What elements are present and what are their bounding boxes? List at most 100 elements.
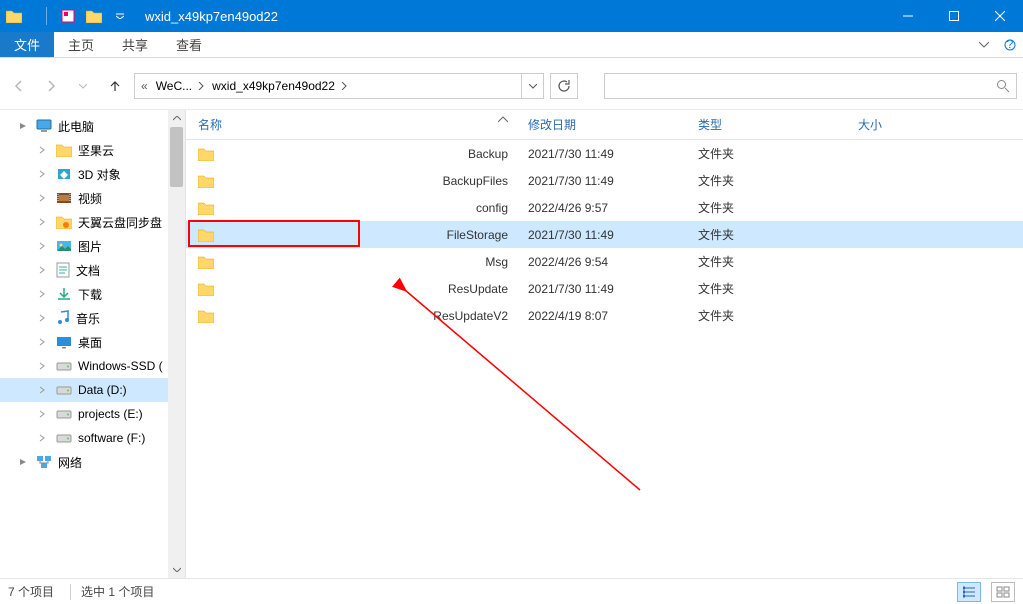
- recent-dropdown[interactable]: [70, 73, 96, 99]
- sidebar-item[interactable]: 视频: [0, 186, 185, 210]
- sidebar-item-label: 音乐: [76, 310, 100, 327]
- file-row[interactable]: ResUpdateV22022/4/19 8:07文件夹: [186, 302, 1023, 329]
- sidebar-item[interactable]: 坚果云: [0, 138, 185, 162]
- expand-icon[interactable]: [36, 146, 50, 154]
- maximize-button[interactable]: [931, 0, 977, 32]
- expand-icon[interactable]: [36, 362, 50, 370]
- sidebar-item-label: 网络: [58, 454, 82, 471]
- back-button[interactable]: [6, 73, 32, 99]
- expand-icon[interactable]: [36, 314, 50, 322]
- folder-icon: [198, 228, 214, 242]
- file-row[interactable]: FileStorage2021/7/30 11:49文件夹: [186, 221, 1023, 248]
- file-row[interactable]: Backup2021/7/30 11:49文件夹: [186, 140, 1023, 167]
- quick-access-toolbar: [51, 5, 137, 27]
- file-list[interactable]: Backup2021/7/30 11:49文件夹BackupFiles2021/…: [186, 140, 1023, 578]
- title-folder-icon: [0, 9, 42, 23]
- expand-icon[interactable]: [36, 290, 50, 298]
- expand-icon[interactable]: [36, 242, 50, 250]
- expand-icon[interactable]: [36, 410, 50, 418]
- column-size[interactable]: 大小: [846, 116, 966, 133]
- column-date[interactable]: 修改日期: [516, 116, 686, 133]
- refresh-button[interactable]: [550, 73, 578, 99]
- network-icon: [36, 455, 52, 469]
- tab-home[interactable]: 主页: [54, 32, 108, 57]
- file-date: 2022/4/26 9:54: [516, 255, 686, 269]
- expand-icon[interactable]: [36, 170, 50, 178]
- file-name: Backup: [468, 147, 508, 161]
- sidebar-item[interactable]: Windows-SSD (: [0, 354, 185, 378]
- expand-icon[interactable]: [16, 458, 30, 466]
- separator: [70, 584, 71, 600]
- file-row[interactable]: Msg 2022/4/26 9:54文件夹: [186, 248, 1023, 275]
- ribbon-help-icon[interactable]: ?: [997, 32, 1023, 57]
- sidebar-scrollbar[interactable]: [168, 110, 185, 578]
- sidebar-item[interactable]: 网络: [0, 450, 185, 474]
- column-type[interactable]: 类型: [686, 116, 846, 133]
- breadcrumb-history-icon[interactable]: «: [141, 79, 152, 93]
- file-row[interactable]: BackupFiles2021/7/30 11:49文件夹: [186, 167, 1023, 194]
- column-name[interactable]: 名称: [186, 116, 516, 133]
- expand-icon[interactable]: [36, 194, 50, 202]
- file-date: 2021/7/30 11:49: [516, 282, 686, 296]
- sort-indicator-icon: [498, 116, 508, 124]
- expand-icon[interactable]: [36, 386, 50, 394]
- file-row[interactable]: config2022/4/26 9:57文件夹: [186, 194, 1023, 221]
- breadcrumb-segment[interactable]: WeC...: [152, 74, 208, 98]
- expand-icon[interactable]: [36, 266, 50, 274]
- file-type: 文件夹: [686, 253, 846, 270]
- download-icon: [56, 287, 72, 301]
- sidebar-item[interactable]: 此电脑: [0, 114, 185, 138]
- up-button[interactable]: [102, 73, 128, 99]
- minimize-button[interactable]: [885, 0, 931, 32]
- view-details-button[interactable]: [957, 582, 981, 602]
- sidebar-item[interactable]: 下载: [0, 282, 185, 306]
- tab-share[interactable]: 共享: [108, 32, 162, 57]
- status-selection: 选中 1 个项目: [81, 583, 154, 600]
- folder-icon: [198, 174, 214, 188]
- separator: [46, 7, 47, 25]
- file-row[interactable]: ResUpdate2021/7/30 11:49文件夹: [186, 275, 1023, 302]
- video-icon: [56, 191, 72, 205]
- view-icons-button[interactable]: [991, 582, 1015, 602]
- qat-properties-icon[interactable]: [57, 5, 79, 27]
- expand-icon[interactable]: [36, 434, 50, 442]
- tab-file[interactable]: 文件: [0, 32, 54, 57]
- scroll-down-icon[interactable]: [168, 561, 185, 578]
- forward-button[interactable]: [38, 73, 64, 99]
- expand-icon[interactable]: [36, 338, 50, 346]
- sidebar-item[interactable]: 3D 对象: [0, 162, 185, 186]
- music-icon: [56, 310, 70, 326]
- file-name: config: [476, 201, 508, 215]
- search-box[interactable]: [604, 73, 1017, 99]
- sidebar-item[interactable]: 文档: [0, 258, 185, 282]
- sidebar-item[interactable]: projects (E:): [0, 402, 185, 426]
- file-name: Msg: [485, 255, 508, 269]
- file-name: FileStorage: [447, 228, 508, 242]
- sidebar-item[interactable]: 桌面: [0, 330, 185, 354]
- qat-folder-icon[interactable]: [83, 5, 105, 27]
- sidebar-item-label: 桌面: [78, 334, 102, 351]
- file-date: 2022/4/26 9:57: [516, 201, 686, 215]
- close-button[interactable]: [977, 0, 1023, 32]
- sidebar-item[interactable]: 音乐: [0, 306, 185, 330]
- breadcrumb[interactable]: « WeC... wxid_x49kp7en49od22: [134, 73, 544, 99]
- status-count: 7 个项目: [8, 583, 54, 600]
- body: 此电脑坚果云 3D 对象视频天翼云盘同步盘图片文档下载音乐桌面 Windows-SS…: [0, 110, 1023, 578]
- expand-icon[interactable]: [36, 218, 50, 226]
- tab-view[interactable]: 查看: [162, 32, 216, 57]
- breadcrumb-segment[interactable]: wxid_x49kp7en49od22: [208, 74, 351, 98]
- sidebar-item[interactable]: 图片: [0, 234, 185, 258]
- sidebar-item[interactable]: software (F:): [0, 426, 185, 450]
- expand-icon[interactable]: [16, 122, 30, 130]
- sidebar-item[interactable]: Data (D:): [0, 378, 185, 402]
- drive-icon: [56, 432, 72, 444]
- ribbon-expand-icon[interactable]: [971, 32, 997, 57]
- sidebar-item[interactable]: 天翼云盘同步盘: [0, 210, 185, 234]
- breadcrumb-dropdown[interactable]: [521, 74, 543, 98]
- scroll-up-icon[interactable]: [168, 110, 185, 127]
- sidebar-item-label: 3D 对象: [78, 166, 121, 183]
- scroll-thumb[interactable]: [170, 127, 183, 187]
- qat-dropdown-icon[interactable]: [109, 5, 131, 27]
- search-icon: [996, 79, 1010, 93]
- file-date: 2021/7/30 11:49: [516, 147, 686, 161]
